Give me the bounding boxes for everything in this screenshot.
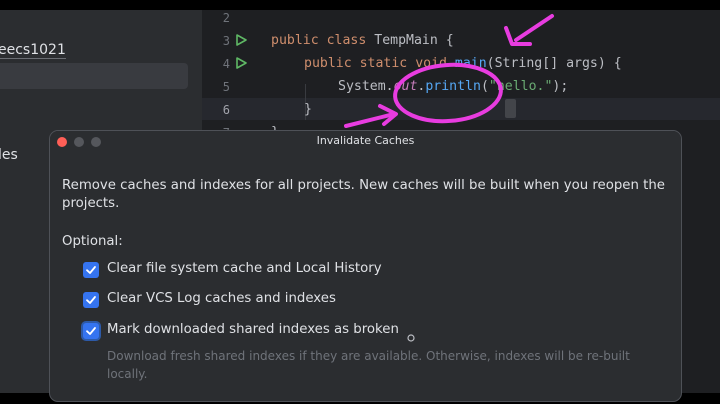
run-class-icon[interactable]: [235, 34, 247, 46]
code-token: main: [454, 56, 487, 71]
option-label: Clear VCS Log caches and indexes: [107, 291, 336, 306]
code-token: {: [445, 33, 454, 48]
invalidate-caches-dialog: Invalidate Caches Remove caches and inde…: [49, 130, 682, 402]
code-token: println: [425, 79, 481, 94]
brace-match-highlight: [505, 99, 516, 118]
run-main-icon[interactable]: [235, 57, 247, 69]
checkmark-icon: [86, 266, 96, 274]
busy-cursor-icon: [407, 334, 415, 342]
line-number: 2: [222, 11, 230, 25]
line-number: 6: [222, 103, 230, 117]
dialog-description: Remove caches and indexes for all projec…: [62, 178, 665, 211]
code-token: class: [326, 33, 367, 48]
line-number: 3: [222, 34, 230, 48]
checkbox-checked[interactable]: [83, 262, 99, 278]
current-line-highlight: [202, 98, 720, 120]
code-token: void: [415, 56, 447, 71]
code-line-6: }: [304, 102, 312, 117]
dialog-title: Invalidate Caches: [316, 134, 415, 147]
checkbox-checked[interactable]: [83, 323, 99, 339]
code-token: out: [393, 79, 418, 94]
dialog-titlebar[interactable]: Invalidate Caches: [50, 131, 681, 153]
code-token: TempMain: [374, 33, 438, 48]
code-line-3: public class TempMain {: [271, 33, 454, 48]
code-token: public: [304, 56, 352, 71]
option-label: Mark downloaded shared indexes as broken: [107, 322, 399, 337]
checkbox-checked[interactable]: [83, 292, 99, 308]
code-token: public: [271, 33, 319, 48]
line-number: 4: [222, 57, 230, 71]
code-token: "hello.": [488, 79, 553, 94]
code-token: (String[] args) {: [486, 56, 622, 71]
option-label: Clear file system cache and Local Histor…: [107, 261, 382, 276]
optional-label: Optional:: [62, 234, 123, 249]
code-line-4: public static void main(String[] args) {: [304, 56, 622, 71]
code-token: (: [480, 79, 489, 94]
option-hint: Download fresh shared indexes if they ar…: [107, 349, 630, 381]
project-root-label: eecs1021: [0, 42, 66, 59]
code-token: System.: [338, 79, 394, 94]
checkmark-icon: [86, 327, 96, 335]
code-token: static: [359, 56, 408, 71]
project-selected-row[interactable]: [0, 63, 188, 89]
line-number: 5: [222, 80, 230, 94]
code-token: );: [552, 79, 569, 94]
project-files-label: les: [0, 147, 18, 163]
project-root-item[interactable]: eecs1021: [0, 42, 66, 59]
checkmark-icon: [86, 296, 96, 304]
project-files-item[interactable]: les: [0, 147, 18, 163]
code-line-5: System.out.println("hello.");: [338, 79, 568, 94]
